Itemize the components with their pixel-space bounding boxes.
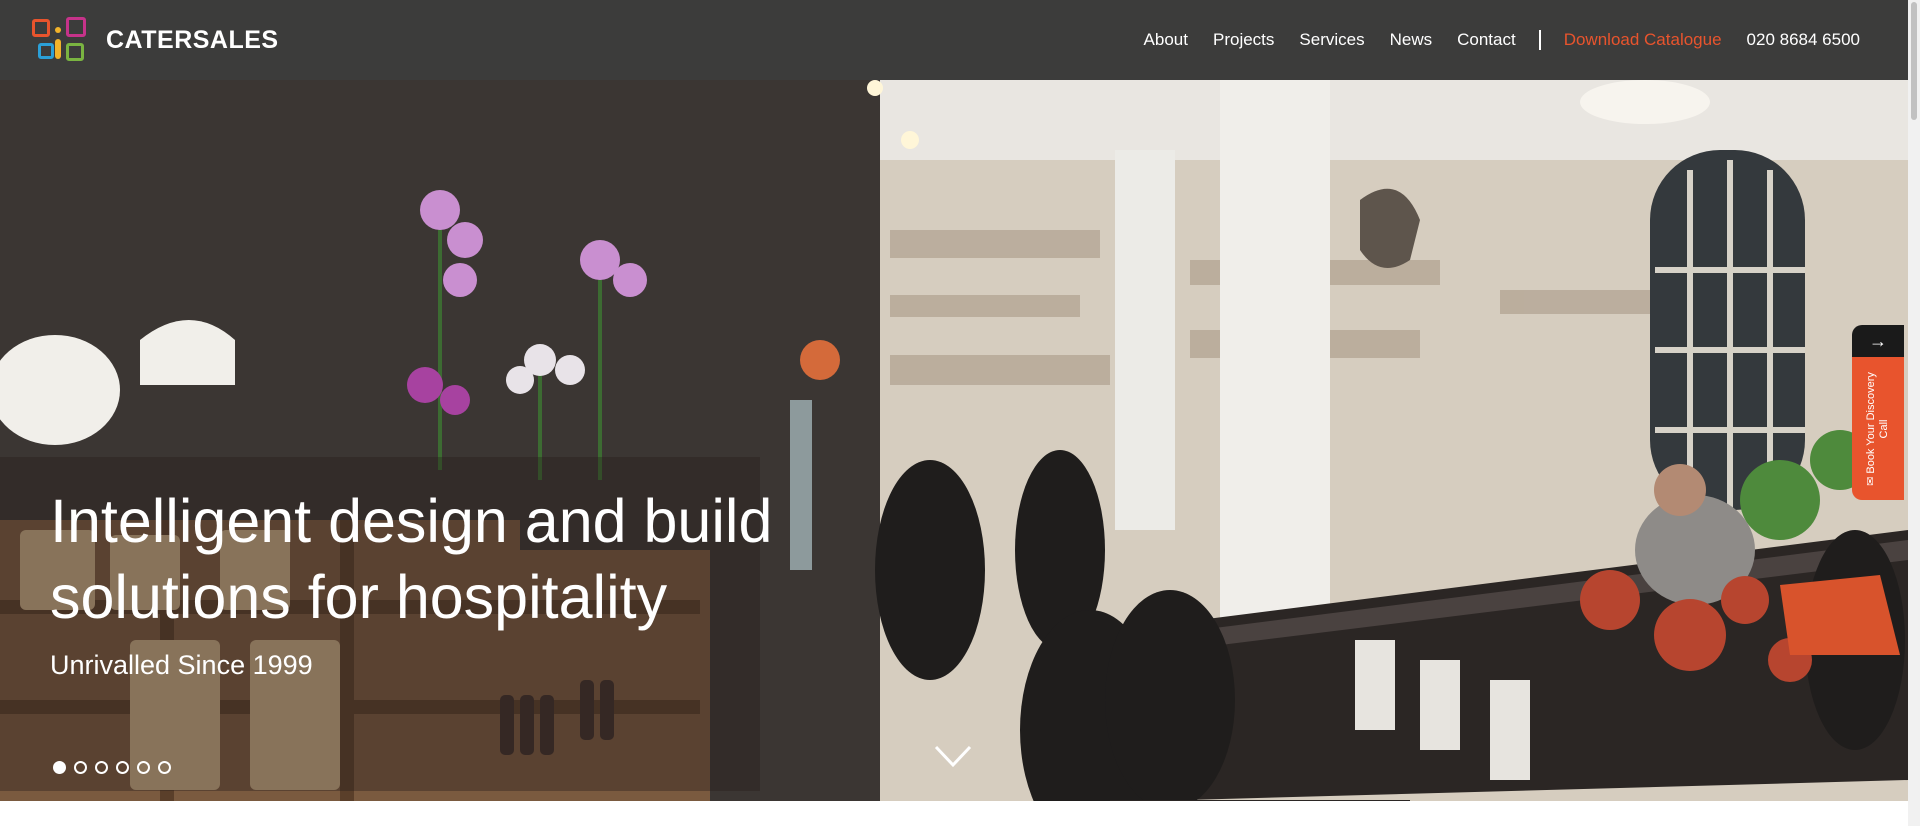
slide-dot-3[interactable] [95,761,108,774]
brand-name: CATERSALES [106,25,279,54]
arrow-right-icon[interactable]: → [1852,325,1904,357]
chevron-down-icon[interactable] [934,743,972,769]
slide-dot-5[interactable] [137,761,150,774]
download-catalogue-link[interactable]: Download Catalogue [1564,30,1722,50]
slide-dot-4[interactable] [116,761,129,774]
book-discovery-call-body[interactable]: ✉ Book Your Discovery Call [1852,357,1904,500]
logo-mark-icon [32,17,88,63]
nav-news[interactable]: News [1390,30,1433,50]
slide-dot-1[interactable] [53,761,66,774]
slide-dot-6[interactable] [158,761,171,774]
slide-pagination [53,761,179,774]
nav-services[interactable]: Services [1299,30,1364,50]
page-scrollbar[interactable] [1908,0,1920,826]
nav-contact[interactable]: Contact [1457,30,1516,50]
book-discovery-call-tab[interactable]: → ✉ Book Your Discovery Call [1852,325,1904,500]
main-nav: About Projects Services News Contact Dow… [1119,0,1860,80]
nav-about[interactable]: About [1144,30,1188,50]
book-discovery-call-text: ✉ Book Your Discovery Call [1865,364,1891,494]
scrollbar-thumb[interactable] [1911,2,1917,120]
hero-title: Intelligent design and build solutions f… [50,483,810,635]
slide-dot-2[interactable] [74,761,87,774]
hero-subtitle: Unrivalled Since 1999 [50,650,313,680]
book-discovery-call-label: Book Your Discovery Call [1865,371,1890,474]
phone-link[interactable]: 020 8684 6500 [1747,30,1860,50]
hero-title-line-2: solutions for hospitality [50,563,668,631]
mail-icon: ✉ [1865,476,1877,486]
site-header: CATERSALES About Projects Services News … [0,0,1908,80]
nav-divider [1538,30,1541,50]
nav-projects[interactable]: Projects [1213,30,1274,50]
hero-banner: Intelligent design and build solutions f… [0,80,1908,801]
logo[interactable]: CATERSALES [32,17,279,63]
hero-title-line-1: Intelligent design and build [50,487,773,555]
